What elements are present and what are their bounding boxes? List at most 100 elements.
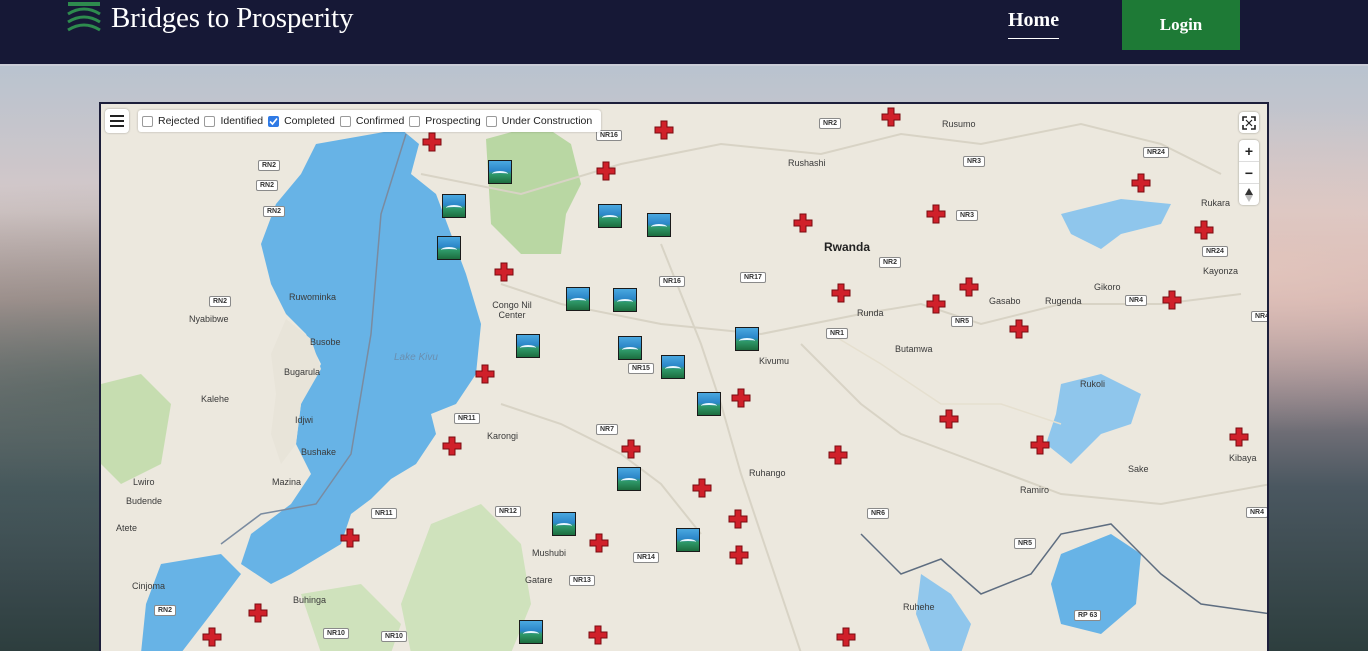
fullscreen-button[interactable] [1239, 112, 1259, 133]
checkbox[interactable] [204, 115, 216, 127]
road-shield: NR13 [569, 575, 595, 586]
site-marker-icon[interactable] [442, 436, 462, 456]
site-marker-icon[interactable] [731, 388, 751, 408]
road-shield: NR1 [826, 328, 849, 339]
place-label: Atete [116, 523, 138, 533]
site-marker-icon[interactable] [828, 445, 848, 465]
road-shield: NR17 [740, 272, 766, 283]
brand-name[interactable]: Bridges to Prosperity [111, 2, 353, 35]
checkbox[interactable] [409, 115, 421, 127]
compass-button[interactable] [1239, 184, 1259, 205]
place-label: Butamwa [895, 344, 933, 354]
bridge-marker-icon[interactable] [661, 355, 685, 379]
filter-rejected[interactable]: Rejected [142, 115, 199, 127]
site-marker-icon[interactable] [1229, 427, 1249, 447]
site-marker-icon[interactable] [596, 161, 616, 181]
road-shield: NR10 [381, 631, 407, 642]
bridge-marker-icon[interactable] [613, 288, 637, 312]
site-marker-icon[interactable] [728, 509, 748, 529]
filter-completed[interactable]: Completed [268, 115, 335, 127]
place-label: Kalehe [201, 394, 230, 404]
site-marker-icon[interactable] [1009, 319, 1029, 339]
bridge-marker-icon[interactable] [598, 204, 622, 228]
road-shield: NR16 [596, 130, 622, 141]
place-label: Gasabo [989, 296, 1021, 306]
road-shield: RN2 [256, 180, 279, 191]
checkbox-checked[interactable] [268, 115, 280, 127]
filter-prospecting[interactable]: Prospecting [409, 115, 481, 127]
zoom-in-button[interactable]: + [1239, 140, 1259, 162]
site-marker-icon[interactable] [340, 528, 360, 548]
place-label: Cinjoma [132, 581, 166, 591]
layers-menu-button[interactable] [105, 109, 129, 133]
nav-home-link[interactable]: Home [1008, 9, 1060, 39]
site-marker-icon[interactable] [589, 533, 609, 553]
checkbox[interactable] [142, 115, 153, 127]
place-label: Nyabibwe [189, 314, 229, 324]
site-marker-icon[interactable] [831, 283, 851, 303]
bridge-marker-icon[interactable] [516, 334, 540, 358]
road-shield: NR2 [819, 118, 842, 129]
place-label: Rukara [1201, 198, 1231, 208]
site-marker-icon[interactable] [729, 545, 749, 565]
bridge-marker-icon[interactable] [697, 392, 721, 416]
bridge-logo-icon[interactable] [66, 0, 102, 36]
road-shield: NR5 [951, 316, 974, 327]
site-marker-icon[interactable] [881, 107, 901, 127]
bridge-marker-icon[interactable] [676, 528, 700, 552]
checkbox[interactable] [485, 115, 497, 127]
checkbox[interactable] [339, 115, 351, 127]
place-label: Gikoro [1094, 282, 1121, 292]
site-marker-icon[interactable] [959, 277, 979, 297]
site-marker-icon[interactable] [422, 132, 442, 152]
filter-under-construction[interactable]: Under Construction [485, 115, 592, 127]
place-label: Runda [857, 308, 884, 318]
filter-confirmed[interactable]: Confirmed [339, 115, 404, 127]
bridge-marker-icon[interactable] [552, 512, 576, 536]
filter-identified[interactable]: Identified [204, 115, 263, 127]
site-marker-icon[interactable] [654, 120, 674, 140]
bridge-marker-icon[interactable] [618, 336, 642, 360]
bridge-marker-icon[interactable] [437, 236, 461, 260]
site-marker-icon[interactable] [692, 478, 712, 498]
site-marker-icon[interactable] [926, 294, 946, 314]
road-shield: NR3 [956, 210, 979, 221]
login-button[interactable]: Login [1122, 0, 1240, 50]
bridge-marker-icon[interactable] [566, 287, 590, 311]
place-label: Congo Nil Center [492, 300, 532, 320]
place-label: Ruhehe [903, 602, 935, 612]
site-marker-icon[interactable] [836, 627, 856, 647]
filter-label: Rejected [158, 115, 200, 127]
bridge-marker-icon[interactable] [735, 327, 759, 351]
bridge-marker-icon[interactable] [617, 467, 641, 491]
bridge-marker-icon[interactable] [519, 620, 543, 644]
site-marker-icon[interactable] [1162, 290, 1182, 310]
place-label: Lwiro [133, 477, 155, 487]
site-marker-icon[interactable] [1131, 173, 1151, 193]
site-marker-icon[interactable] [1030, 435, 1050, 455]
place-label: Rwanda [824, 240, 871, 254]
site-marker-icon[interactable] [793, 213, 813, 233]
road-shield: NR24 [1202, 246, 1228, 257]
place-label: Buhinga [293, 595, 327, 605]
road-shield: NR2 [879, 257, 902, 268]
site-marker-icon[interactable] [202, 627, 222, 647]
site-marker-icon[interactable] [1194, 220, 1214, 240]
site-marker-icon[interactable] [475, 364, 495, 384]
site-marker-icon[interactable] [248, 603, 268, 623]
bridge-map[interactable]: Rusumo Rushashi Rwanda Rukara Kayonza Gi… [99, 102, 1269, 651]
site-marker-icon[interactable] [494, 262, 514, 282]
place-label: Bugarula [284, 367, 321, 377]
bridge-marker-icon[interactable] [442, 194, 466, 218]
zoom-out-button[interactable]: − [1239, 162, 1259, 184]
fullscreen-control [1239, 112, 1259, 133]
bridge-marker-icon[interactable] [488, 160, 512, 184]
site-marker-icon[interactable] [621, 439, 641, 459]
site-marker-icon[interactable] [588, 625, 608, 645]
road-shield: NR7 [596, 424, 619, 435]
road-shield: NR3 [963, 156, 986, 167]
site-marker-icon[interactable] [939, 409, 959, 429]
bridge-marker-icon[interactable] [647, 213, 671, 237]
site-marker-icon[interactable] [926, 204, 946, 224]
road-shield: RN2 [209, 296, 232, 307]
